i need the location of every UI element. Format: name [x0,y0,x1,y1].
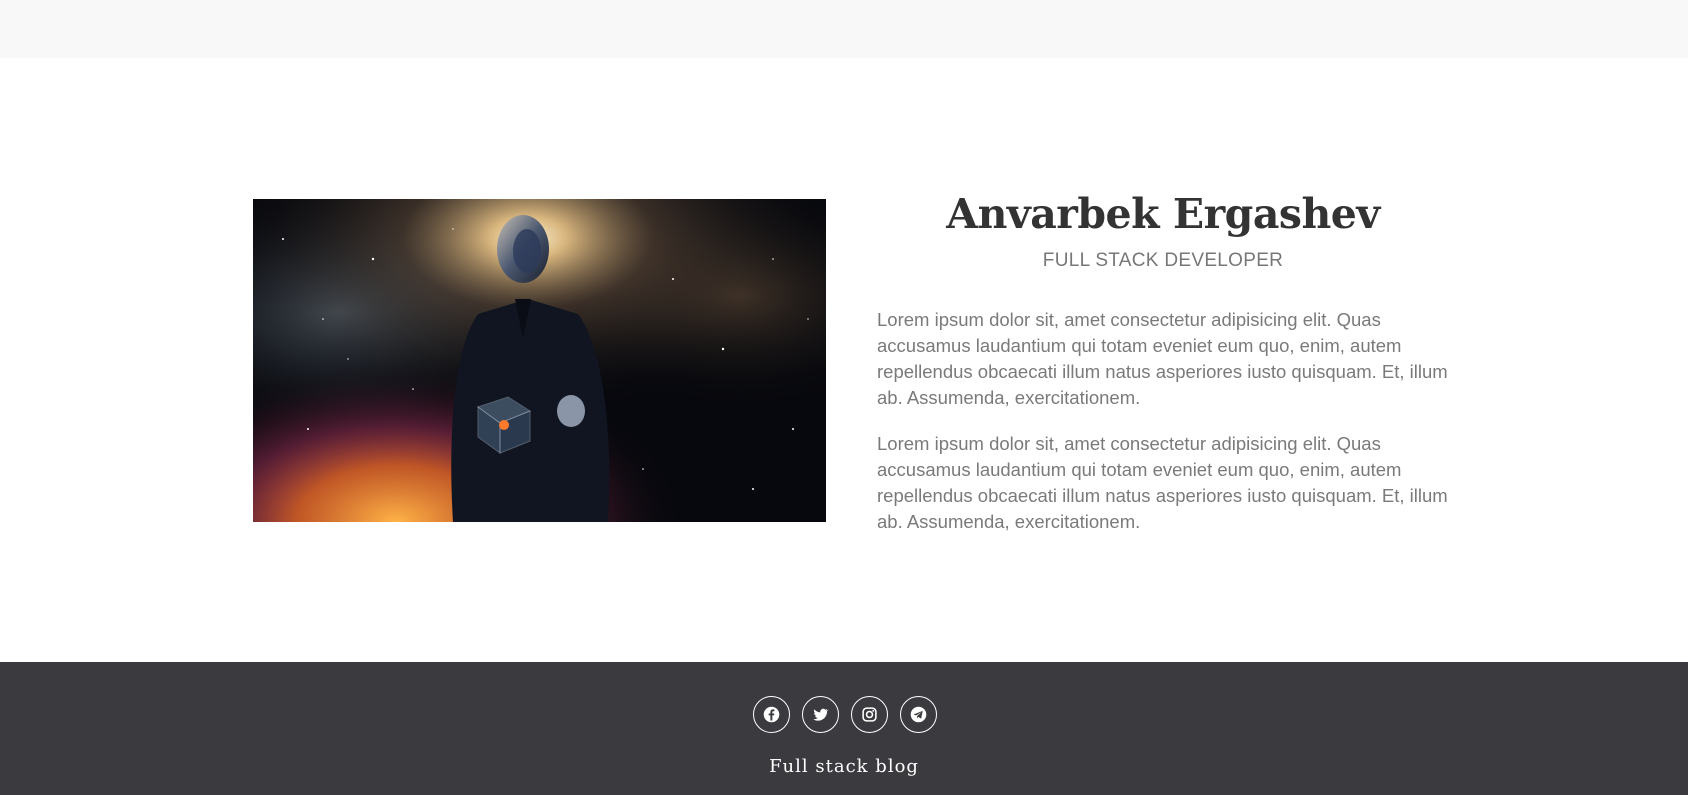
twitter-icon [812,708,829,721]
bio-paragraph-1: Lorem ipsum dolor sit, amet consectetur … [877,309,1448,408]
twitter-link[interactable] [802,696,839,733]
facebook-icon [763,706,780,723]
profile-name: Anvarbek Ergashev [946,190,1380,238]
instagram-link[interactable] [851,696,888,733]
profile-role: FULL STACK DEVELOPER [1042,250,1284,271]
facebook-link[interactable] [753,696,790,733]
profile-image [253,199,826,522]
social-links [0,696,1688,733]
telegram-icon [910,706,927,723]
profile-section: Anvarbek Ergashev FULL STACK DEVELOPER L… [877,185,1449,535]
footer: Full stack blog [0,662,1688,795]
instagram-icon [862,707,877,722]
bio-paragraph-2: Lorem ipsum dolor sit, amet consectetur … [877,433,1448,532]
top-navbar [0,0,1688,58]
footer-title: Full stack blog [769,756,919,777]
telegram-link[interactable] [900,696,937,733]
